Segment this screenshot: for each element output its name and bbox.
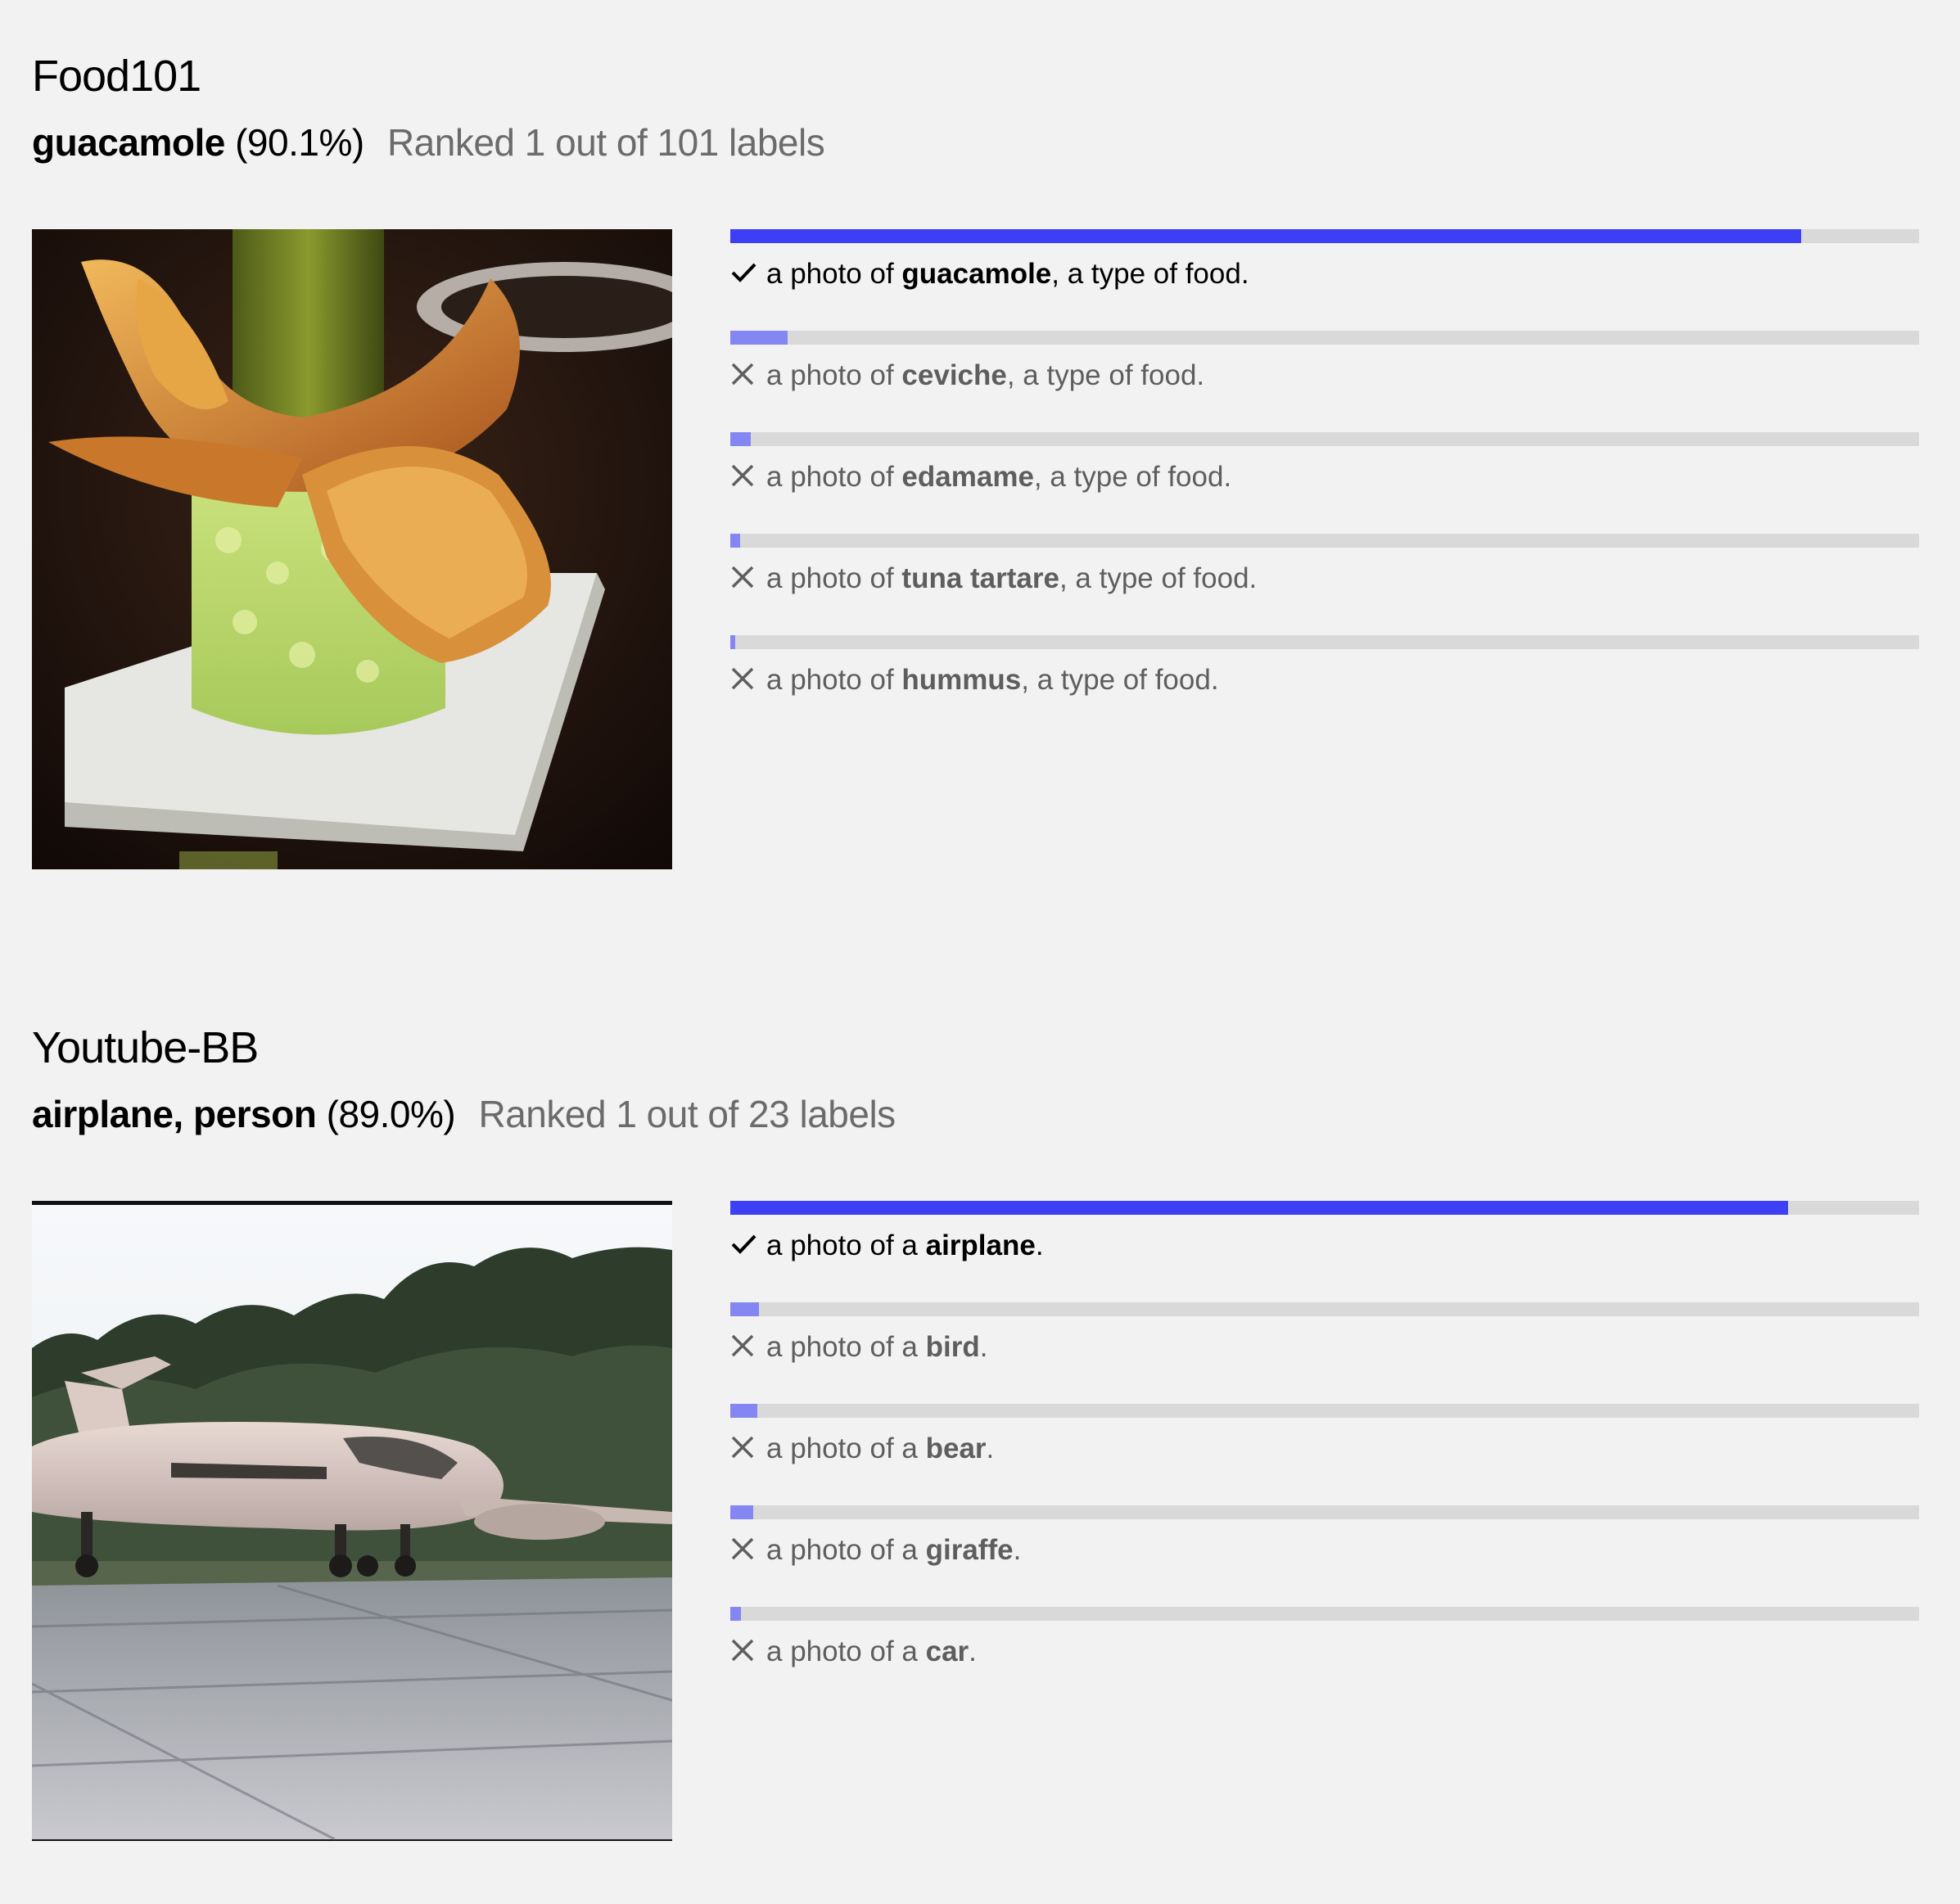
prediction-suffix: . (979, 1331, 988, 1363)
prediction-text: a photo of guacamole, a type of food. (730, 259, 1249, 288)
prediction-prefix: a photo of a (766, 1331, 926, 1363)
prediction-suffix: . (1035, 1229, 1044, 1261)
score-bar-track (730, 1607, 1919, 1621)
prediction-item: a photo of hummus, a type of food. (730, 635, 1919, 737)
score-bar-track (730, 331, 1919, 345)
guacamole-photo (32, 229, 672, 869)
prediction-prefix: a photo of a (766, 1433, 926, 1464)
top-result-label: airplane, person (32, 1093, 317, 1135)
check-icon (730, 260, 758, 285)
prediction-item: a photo of edamame, a type of food. (730, 432, 1919, 534)
prediction-label: tuna tartare (901, 562, 1059, 594)
prediction-prefix: a photo of (766, 461, 902, 493)
score-bar-track (730, 1505, 1919, 1519)
prediction-suffix: , a type of food. (1033, 461, 1232, 493)
prediction-label: car (925, 1636, 969, 1667)
score-bar-fill (730, 331, 788, 345)
score-bar-track (730, 1302, 1919, 1316)
prediction-text: a photo of ceviche, a type of food. (730, 361, 1204, 390)
prediction-suffix: , a type of food. (1006, 359, 1205, 391)
prediction-label: guacamole (901, 258, 1052, 290)
prediction-prefix: a photo of (766, 359, 902, 391)
prediction-label: hummus (901, 664, 1022, 696)
prediction-item: a photo of a bear. (730, 1404, 1919, 1505)
prediction-text: a photo of hummus, a type of food. (730, 665, 1219, 694)
top-result-rank: Ranked 1 out of 101 labels (386, 121, 825, 164)
score-bar-track (730, 229, 1919, 243)
cross-icon (730, 1435, 758, 1460)
prediction-prefix: a photo of (766, 258, 902, 290)
prediction-suffix: , a type of food. (1021, 664, 1219, 696)
score-bar-fill (730, 1505, 753, 1519)
prediction-item: a photo of a giraffe. (730, 1505, 1919, 1607)
cross-icon (730, 362, 758, 386)
cross-icon (730, 1536, 758, 1561)
prediction-item: a photo of a car. (730, 1607, 1919, 1708)
check-icon (730, 1232, 758, 1257)
score-bar-track (730, 432, 1919, 446)
cross-icon (730, 1638, 758, 1663)
score-bar-fill (730, 534, 740, 548)
prediction-label: ceviche (901, 359, 1007, 391)
prediction-prefix: a photo of a (766, 1229, 926, 1261)
prediction-suffix: . (969, 1636, 977, 1667)
score-bar-track (730, 534, 1919, 548)
score-bar-fill (730, 1607, 742, 1621)
score-bar-fill (730, 1404, 758, 1418)
score-bar-fill (730, 432, 751, 446)
score-bar-track (730, 1404, 1919, 1418)
prediction-item: a photo of tuna tartare, a type of food. (730, 534, 1919, 635)
score-bar-track (730, 635, 1919, 649)
prediction-suffix: . (1013, 1534, 1022, 1566)
top-result-percent: (89.0%) (326, 1093, 456, 1135)
prediction-suffix: , a type of food. (1059, 562, 1258, 594)
prediction-prefix: a photo of (766, 562, 902, 594)
prediction-text: a photo of tuna tartare, a type of food. (730, 564, 1257, 593)
top-result-label: guacamole (32, 121, 225, 164)
prediction-text: a photo of a giraffe. (730, 1536, 1021, 1564)
prediction-label: giraffe (925, 1534, 1014, 1566)
top-result-rank: Ranked 1 out of 23 labels (478, 1093, 896, 1135)
cross-icon (730, 565, 758, 589)
prediction-item: a photo of a bird. (730, 1302, 1919, 1404)
prediction-label: edamame (901, 461, 1034, 493)
prediction-text: a photo of a bear. (730, 1434, 994, 1463)
prediction-text: a photo of a airplane. (730, 1231, 1044, 1260)
prediction-item: a photo of ceviche, a type of food. (730, 331, 1919, 432)
prediction-label: bird (925, 1331, 980, 1363)
cross-icon (730, 463, 758, 488)
score-bar-fill (730, 635, 735, 649)
section-title: Youtube-BB (32, 1023, 259, 1072)
score-bar-fill (730, 229, 1802, 243)
section-title: Food101 (32, 52, 201, 101)
prediction-item: a photo of guacamole, a type of food. (730, 229, 1919, 331)
prediction-item: a photo of a airplane. (730, 1201, 1919, 1302)
prediction-text: a photo of a bird. (730, 1333, 987, 1361)
prediction-suffix: , a type of food. (1051, 258, 1249, 290)
airplane-photo (32, 1201, 672, 1841)
cross-icon (730, 1333, 758, 1358)
top-result: guacamole (90.1%) Ranked 1 out of 101 la… (32, 121, 825, 164)
prediction-prefix: a photo of a (766, 1636, 926, 1667)
score-bar-track (730, 1201, 1919, 1215)
prediction-suffix: . (986, 1433, 995, 1464)
prediction-text: a photo of edamame, a type of food. (730, 462, 1231, 491)
prediction-prefix: a photo of a (766, 1534, 926, 1566)
cross-icon (730, 666, 758, 691)
prediction-label: airplane (925, 1229, 1036, 1261)
score-bar-fill (730, 1201, 1789, 1215)
top-result-percent: (90.1%) (235, 121, 364, 164)
prediction-text: a photo of a car. (730, 1637, 977, 1666)
score-bar-fill (730, 1302, 759, 1316)
prediction-prefix: a photo of (766, 664, 902, 696)
top-result: airplane, person (89.0%) Ranked 1 out of… (32, 1095, 896, 1133)
prediction-label: bear (925, 1433, 987, 1464)
